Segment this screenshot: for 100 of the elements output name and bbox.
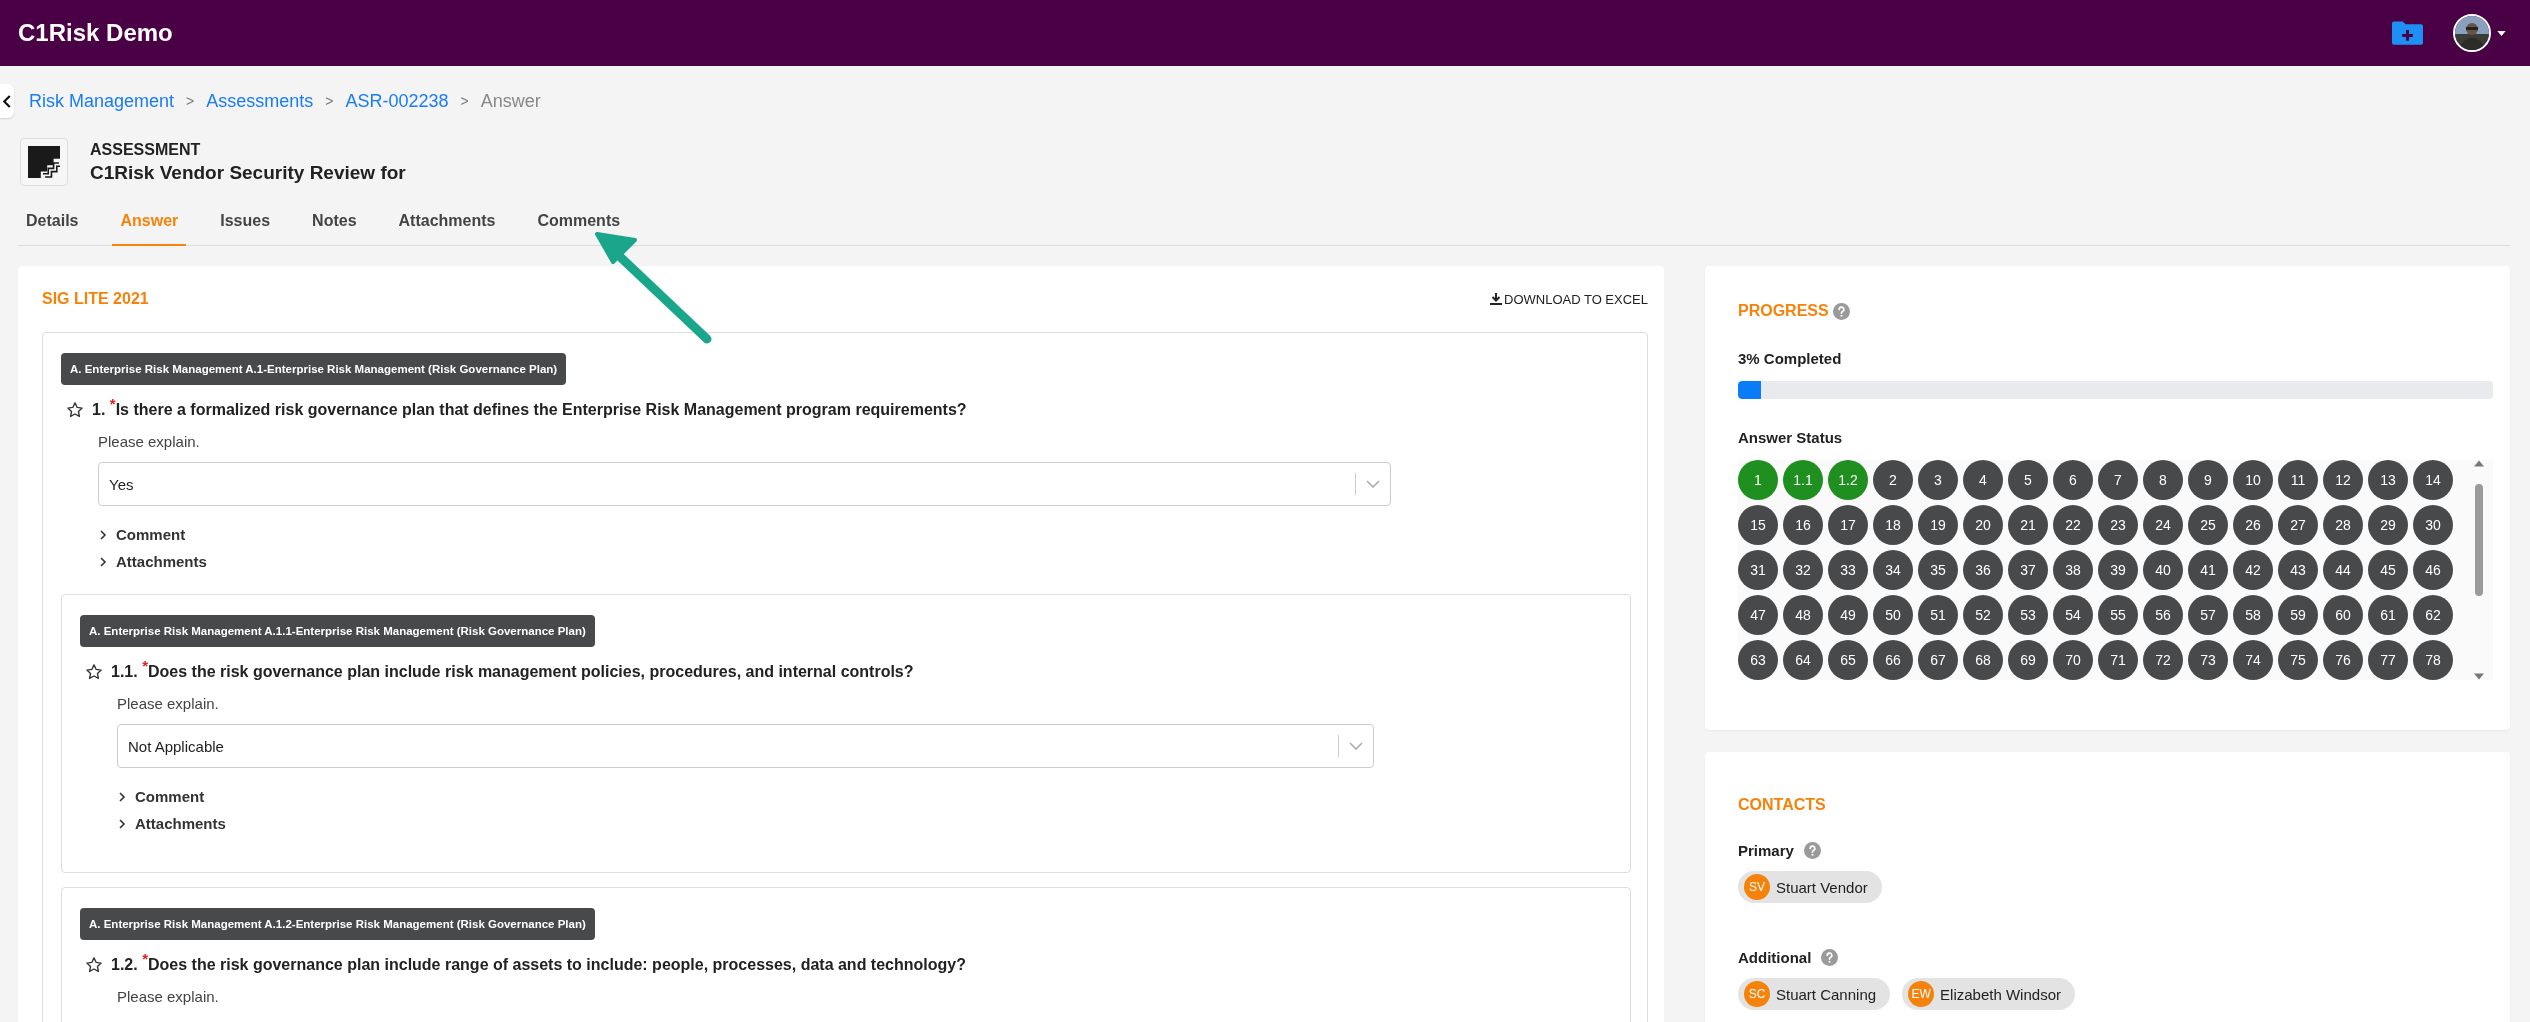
answer-status-bubble[interactable]: 31 (1738, 550, 1778, 590)
answer-status-bubble[interactable]: 30 (2413, 505, 2453, 545)
answer-status-bubble[interactable]: 1.2 (1828, 460, 1868, 500)
answer-status-bubble[interactable]: 71 (2098, 640, 2138, 680)
tab[interactable]: Issues (212, 198, 279, 246)
answer-status-bubble[interactable]: 9 (2188, 460, 2228, 500)
expand-toggle[interactable]: Comment (117, 788, 1614, 805)
answer-status-bubble[interactable]: 2 (1873, 460, 1913, 500)
answer-status-bubble[interactable]: 59 (2278, 595, 2318, 635)
answer-status-bubble[interactable]: 20 (1963, 505, 2003, 545)
answer-status-bubble[interactable]: 46 (2413, 550, 2453, 590)
answer-status-bubble[interactable]: 4 (1963, 460, 2003, 500)
answer-status-bubble[interactable]: 22 (2053, 505, 2093, 545)
answer-status-bubble[interactable]: 40 (2143, 550, 2183, 590)
answer-status-bubble[interactable]: 10 (2233, 460, 2273, 500)
expand-toggle[interactable]: Comment (98, 526, 1631, 543)
answer-status-bubble[interactable]: 18 (1873, 505, 1913, 545)
answer-status-bubble[interactable]: 76 (2323, 640, 2363, 680)
answer-status-bubble[interactable]: 16 (1783, 505, 1823, 545)
tab[interactable]: Details (18, 198, 87, 246)
answer-status-bubble[interactable]: 33 (1828, 550, 1868, 590)
answer-status-bubble[interactable]: 36 (1963, 550, 2003, 590)
contact-chip[interactable]: SC Stuart Canning (1738, 978, 1891, 1010)
answer-status-bubble[interactable]: 77 (2368, 640, 2408, 680)
contact-chip[interactable]: EW Elizabeth Windsor (1902, 978, 2075, 1010)
answer-status-bubble[interactable]: 61 (2368, 595, 2408, 635)
caret-icon[interactable] (2497, 30, 2506, 36)
answer-status-bubble[interactable]: 53 (2008, 595, 2048, 635)
contact-chip[interactable]: SV Stuart Vendor (1738, 871, 1882, 903)
answer-status-bubble[interactable]: 60 (2323, 595, 2363, 635)
answer-status-bubble[interactable]: 56 (2143, 595, 2183, 635)
answer-status-bubble[interactable]: 68 (1963, 640, 2003, 680)
answer-status-bubble[interactable]: 55 (2098, 595, 2138, 635)
help-icon[interactable] (1803, 842, 1821, 859)
help-icon[interactable] (1832, 302, 1850, 320)
expand-toggle[interactable]: Attachments (117, 815, 1614, 832)
star-icon[interactable] (85, 956, 103, 974)
answer-status-bubble[interactable]: 58 (2233, 595, 2273, 635)
answer-status-bubble[interactable]: 64 (1783, 640, 1823, 680)
answer-status-bubble[interactable]: 50 (1873, 595, 1913, 635)
tab[interactable]: Notes (304, 198, 365, 246)
answer-status-bubble[interactable]: 47 (1738, 595, 1778, 635)
answer-status-bubble[interactable]: 35 (1918, 550, 1958, 590)
scroll-up-icon[interactable] (2474, 460, 2484, 467)
answer-status-bubble[interactable]: 75 (2278, 640, 2318, 680)
answer-status-bubble[interactable]: 41 (2188, 550, 2228, 590)
answer-status-bubble[interactable]: 5 (2008, 460, 2048, 500)
answer-status-bubble[interactable]: 1.1 (1783, 460, 1823, 500)
answer-status-bubble[interactable]: 49 (1828, 595, 1868, 635)
tab[interactable]: Comments (529, 198, 629, 246)
scroll-down-icon[interactable] (2474, 673, 2484, 680)
breadcrumb-link[interactable]: Risk Management (29, 90, 175, 112)
answer-status-bubble[interactable]: 62 (2413, 595, 2453, 635)
scrollbar-thumb[interactable] (2475, 484, 2483, 596)
answer-status-bubble[interactable]: 72 (2143, 640, 2183, 680)
answer-status-bubble[interactable]: 32 (1783, 550, 1823, 590)
answer-status-bubble[interactable]: 67 (1918, 640, 1958, 680)
answer-status-bubble[interactable]: 3 (1918, 460, 1958, 500)
answer-status-bubble[interactable]: 28 (2323, 505, 2363, 545)
answer-status-bubble[interactable]: 1 (1738, 460, 1778, 500)
new-folder-icon[interactable] (2392, 21, 2423, 45)
answer-status-bubble[interactable]: 7 (2098, 460, 2138, 500)
answer-status-bubble[interactable]: 34 (1873, 550, 1913, 590)
answer-status-bubble[interactable]: 44 (2323, 550, 2363, 590)
answer-status-bubble[interactable]: 65 (1828, 640, 1868, 680)
answer-status-bubble[interactable]: 69 (2008, 640, 2048, 680)
expand-toggle[interactable]: Attachments (98, 553, 1631, 570)
answer-status-bubble[interactable]: 8 (2143, 460, 2183, 500)
breadcrumb-link[interactable]: ASR-002238 (345, 90, 449, 112)
answer-status-bubble[interactable]: 26 (2233, 505, 2273, 545)
star-icon[interactable] (85, 663, 103, 681)
answer-status-bubble[interactable]: 52 (1963, 595, 2003, 635)
answer-status-bubble[interactable]: 27 (2278, 505, 2318, 545)
answer-status-bubble[interactable]: 43 (2278, 550, 2318, 590)
answer-status-bubble[interactable]: 25 (2188, 505, 2228, 545)
answer-status-bubble[interactable]: 78 (2413, 640, 2453, 680)
answer-status-bubble[interactable]: 57 (2188, 595, 2228, 635)
answer-status-bubble[interactable]: 13 (2368, 460, 2408, 500)
answer-status-bubble[interactable]: 66 (1873, 640, 1913, 680)
answer-status-bubble[interactable]: 63 (1738, 640, 1778, 680)
answer-status-bubble[interactable]: 21 (2008, 505, 2048, 545)
answer-status-bubble[interactable]: 38 (2053, 550, 2093, 590)
answer-status-bubble[interactable]: 11 (2278, 460, 2318, 500)
answer-status-bubble[interactable]: 6 (2053, 460, 2093, 500)
answer-status-bubble[interactable]: 14 (2413, 460, 2453, 500)
answer-status-bubble[interactable]: 48 (1783, 595, 1823, 635)
back-button[interactable] (0, 84, 14, 118)
answer-status-bubble[interactable]: 17 (1828, 505, 1868, 545)
answer-dropdown[interactable]: Not Applicable (117, 724, 1374, 768)
answer-status-bubble[interactable]: 29 (2368, 505, 2408, 545)
answer-status-bubble[interactable]: 19 (1918, 505, 1958, 545)
breadcrumb-link[interactable]: Assessments (206, 90, 314, 112)
help-icon[interactable] (1821, 949, 1839, 966)
star-icon[interactable] (66, 401, 84, 419)
answer-status-bubble[interactable]: 12 (2323, 460, 2363, 500)
answer-status-bubble[interactable]: 73 (2188, 640, 2228, 680)
answer-status-bubble[interactable]: 42 (2233, 550, 2273, 590)
answer-status-bubble[interactable]: 39 (2098, 550, 2138, 590)
answer-status-bubble[interactable]: 24 (2143, 505, 2183, 545)
answer-status-bubble[interactable]: 45 (2368, 550, 2408, 590)
